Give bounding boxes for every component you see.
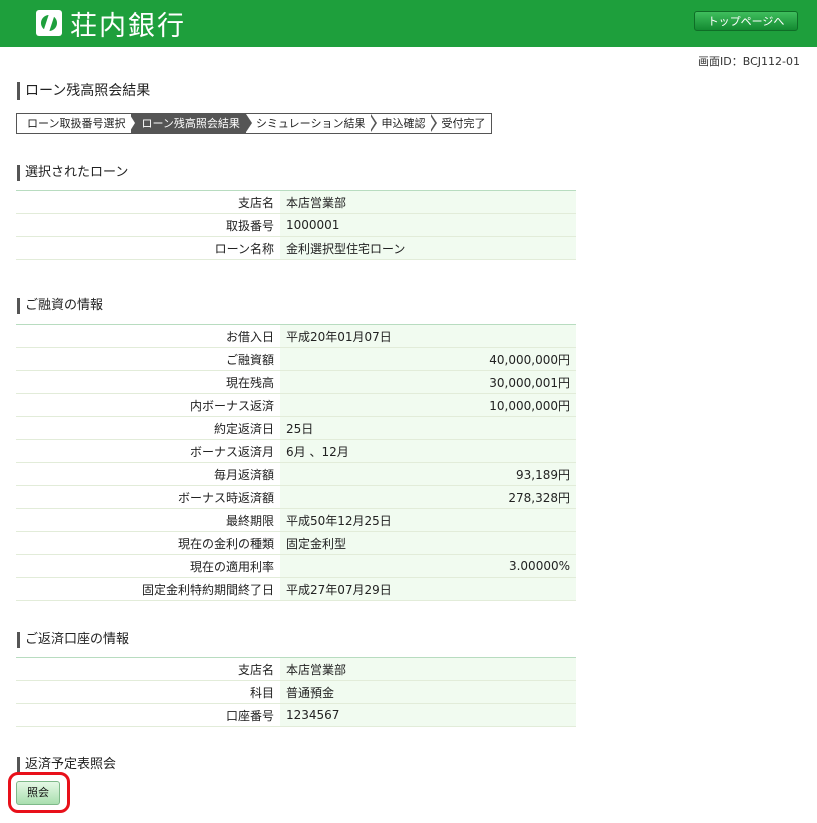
row-label: 取扱番号 [16,213,280,237]
table-row: 約定返済日 25日 [16,416,576,440]
section-title-selected-loan: 選択されたローン [17,165,128,181]
table-row: ご融資額 40,000,000円 [16,347,576,371]
table-row: 口座番号 1234567 [16,703,576,727]
row-label: 現在の金利の種類 [16,531,280,555]
bank-logo-icon [36,10,62,36]
row-value: 本店営業部 [280,190,576,214]
bank-name: 荘内銀行 [70,10,186,42]
row-label: 固定金利特約期間終了日 [16,577,280,601]
row-value: 30,000,001円 [280,370,576,394]
row-value: 1000001 [280,213,576,237]
selected-loan-table: 支店名 本店営業部 取扱番号 1000001 ローン名称 金利選択型住宅ローン [16,190,576,260]
section-title-schedule: 返済予定表照会 [17,757,116,773]
row-label: ローン名称 [16,236,280,260]
step-balance-result: ローン残高照会結果 [131,114,252,133]
section-title-repayment-account: ご返済口座の情報 [17,632,129,648]
row-value: 10,000,000円 [280,393,576,417]
table-row: 固定金利特約期間終了日 平成27年07月29日 [16,577,576,601]
bank-logo[interactable]: 荘内銀行 [36,5,186,42]
row-label: 毎月返済額 [16,462,280,486]
screen-id: 画面ID：BCJ112-01 [698,55,800,68]
table-row: 支店名 本店営業部 [16,657,576,681]
row-value: 3.00000% [280,554,576,578]
header-bar: 荘内銀行 トップページへ [0,0,817,47]
table-row: 現在の金利の種類 固定金利型 [16,531,576,555]
row-value: 93,189円 [280,462,576,486]
row-label: 現在の適用利率 [16,554,280,578]
repayment-account-table: 支店名 本店営業部 科目 普通預金 口座番号 1234567 [16,657,576,727]
row-label: 支店名 [16,190,280,214]
table-row: 現在の適用利率 3.00000% [16,554,576,578]
row-value: 6月 、12月 [280,439,576,463]
row-value: 普通預金 [280,680,576,704]
row-value: 平成27年07月29日 [280,577,576,601]
table-row: 最終期限 平成50年12月25日 [16,508,576,532]
table-row: ボーナス時返済額 278,328円 [16,485,576,509]
table-row: 取扱番号 1000001 [16,213,576,237]
row-label: お借入日 [16,324,280,348]
row-label: 現在残高 [16,370,280,394]
row-value: 固定金利型 [280,531,576,555]
page-title: ローン残高照会結果 [17,82,150,100]
table-row: 支店名 本店営業部 [16,190,576,214]
row-label: 最終期限 [16,508,280,532]
progress-steps: ローン取扱番号選択 ローン残高照会結果 シミュレーション結果 申込確認 受付完了 [16,113,493,134]
step-simulation-result: シミュレーション結果 [246,114,378,133]
row-value: 平成50年12月25日 [280,508,576,532]
table-row: 毎月返済額 93,189円 [16,462,576,486]
row-label: ボーナス返済月 [16,439,280,463]
row-value: 本店営業部 [280,657,576,681]
row-label: 科目 [16,680,280,704]
table-row: 内ボーナス返済 10,000,000円 [16,393,576,417]
row-value: 25日 [280,416,576,440]
table-row: お借入日 平成20年01月07日 [16,324,576,348]
section-title-financing: ご融資の情報 [17,298,103,314]
step-application-confirm: 申込確認 [371,114,438,133]
row-value: 1234567 [280,703,576,727]
financing-table: お借入日 平成20年01月07日 ご融資額 40,000,000円 現在残高 3… [16,324,576,601]
top-page-button[interactable]: トップページへ [694,11,798,31]
row-label: ご融資額 [16,347,280,371]
inquiry-button[interactable]: 照会 [16,781,60,805]
step-chevron-icon [130,114,138,132]
step-loan-number-select: ローン取扱番号選択 [17,114,138,133]
row-value: 278,328円 [280,485,576,509]
step-chevron-icon [244,114,252,132]
row-value: 平成20年01月07日 [280,324,576,348]
table-row: 科目 普通預金 [16,680,576,704]
row-value: 金利選択型住宅ローン [280,236,576,260]
row-label: ボーナス時返済額 [16,485,280,509]
step-accepted: 受付完了 [441,117,486,130]
table-row: ローン名称 金利選択型住宅ローン [16,236,576,260]
row-label: 約定返済日 [16,416,280,440]
step-chevron-icon [430,114,438,132]
row-label: 支店名 [16,657,280,681]
step-chevron-icon [370,114,378,132]
row-value: 40,000,000円 [280,347,576,371]
row-label: 口座番号 [16,703,280,727]
row-label: 内ボーナス返済 [16,393,280,417]
table-row: ボーナス返済月 6月 、12月 [16,439,576,463]
table-row: 現在残高 30,000,001円 [16,370,576,394]
